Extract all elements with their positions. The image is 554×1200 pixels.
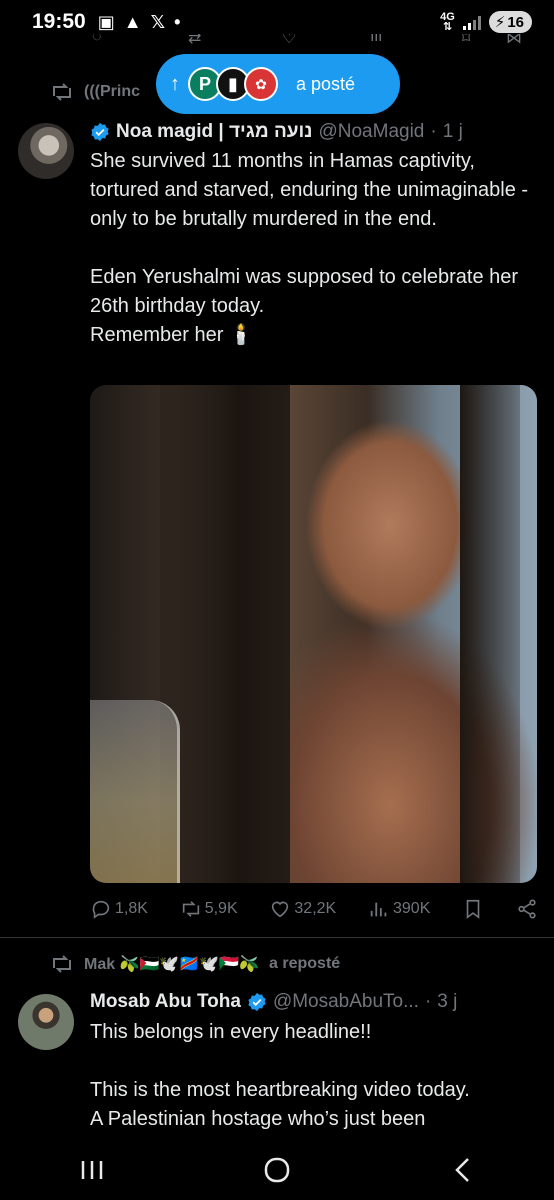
tweet-photo[interactable] bbox=[90, 385, 537, 883]
reposter-name[interactable]: Mak 🫒🇵🇸🕊️🇨🇩🕊️🇸🇩🫒 bbox=[84, 954, 259, 974]
back-icon bbox=[454, 1158, 469, 1182]
avatar[interactable] bbox=[18, 994, 74, 1050]
share-icon bbox=[518, 899, 536, 919]
screenshot-icon: ▣ bbox=[97, 11, 115, 32]
repost-indicator: Mak 🫒🇵🇸🕊️🇨🇩🕊️🇸🇩🫒 a reposté bbox=[50, 954, 340, 974]
views-count: 390K bbox=[393, 900, 431, 917]
share-icon[interactable]: ⋈ bbox=[506, 34, 522, 48]
new-posts-pill[interactable]: ↑ P ▮ ✿ a posté bbox=[156, 54, 400, 114]
reply-icon[interactable]: ◌ bbox=[92, 34, 102, 46]
avatar[interactable] bbox=[18, 123, 74, 179]
notification-icons: ▣ ▲ 𝕏 • bbox=[98, 12, 181, 33]
like-icon[interactable]: ♡ bbox=[282, 34, 296, 48]
author-name[interactable]: Noa magid | נועה מגיד bbox=[116, 121, 312, 143]
author-name[interactable]: Mosab Abu Toha bbox=[90, 991, 241, 1013]
tweet-age[interactable]: 3 j bbox=[437, 991, 457, 1013]
like-button[interactable]: 32,2K bbox=[269, 898, 336, 920]
repost-icon bbox=[182, 901, 199, 917]
repost-count: 5,9K bbox=[204, 900, 238, 917]
repost-indicator: (((Princ bbox=[50, 82, 140, 102]
tweet-actions: 1,8K 5,9K 32,2K 390K bbox=[90, 898, 538, 920]
recents-button[interactable] bbox=[62, 1150, 122, 1190]
x-app-icon: 𝕏 bbox=[150, 11, 166, 32]
battery-indicator: ⚡ 16 bbox=[488, 11, 532, 33]
pill-label: a posté bbox=[296, 73, 356, 94]
battery-saver-icon: ⚡ bbox=[494, 14, 506, 31]
author-handle[interactable]: @MosabAbuTo... bbox=[273, 991, 419, 1013]
back-button[interactable] bbox=[432, 1150, 492, 1190]
reply-icon bbox=[92, 900, 110, 919]
share-button[interactable] bbox=[516, 898, 538, 920]
repost-icon bbox=[53, 955, 71, 973]
repost-icon[interactable]: ⇄ bbox=[188, 34, 201, 48]
views-button[interactable]: 390K bbox=[368, 898, 430, 920]
home-icon bbox=[264, 1157, 290, 1183]
network-indicator: 4G ⇅ bbox=[440, 11, 455, 33]
signal-icon bbox=[462, 14, 481, 30]
reposter-name[interactable]: (((Princ bbox=[84, 83, 140, 101]
home-button[interactable] bbox=[247, 1150, 307, 1190]
repost-label: a reposté bbox=[269, 955, 341, 972]
reply-button[interactable]: 1,8K bbox=[90, 898, 148, 920]
reply-count: 1,8K bbox=[115, 900, 148, 917]
repost-icon bbox=[53, 83, 71, 101]
more-notifications-icon: • bbox=[174, 11, 181, 32]
like-icon bbox=[272, 901, 289, 918]
tweet-text[interactable]: She survived 11 months in Hamas captivit… bbox=[90, 147, 538, 350]
verified-icon bbox=[91, 122, 109, 142]
bookmark-icon bbox=[466, 899, 480, 919]
recents-icon bbox=[82, 1161, 103, 1179]
views-icon bbox=[370, 902, 387, 917]
tweet-age[interactable]: 1 j bbox=[443, 121, 463, 143]
system-navigation-bar bbox=[0, 1140, 554, 1200]
like-count: 32,2K bbox=[294, 900, 337, 917]
repost-button[interactable]: 5,9K bbox=[180, 898, 238, 920]
divider bbox=[0, 937, 554, 938]
bookmark-button[interactable] bbox=[462, 898, 484, 920]
tweet-header: Mosab Abu Toha @MosabAbuTo... · 3 j bbox=[90, 991, 458, 1013]
author-handle[interactable]: @NoaMagid bbox=[318, 121, 424, 143]
tweet-text[interactable]: This belongs in every headline!! This is… bbox=[90, 1018, 538, 1134]
avatar: ✿ bbox=[244, 67, 278, 101]
tweet-header: Noa magid | נועה מגיד @NoaMagid · 1 j bbox=[90, 121, 463, 143]
status-time: 19:50 bbox=[32, 10, 86, 33]
bookmark-icon[interactable]: ⌑ bbox=[462, 34, 470, 48]
previous-tweet-actions: ◌ ⇄ ♡ ılı ⌑ ⋈ bbox=[0, 34, 554, 48]
arrow-up-icon: ↑ bbox=[170, 72, 180, 95]
warning-icon: ▲ bbox=[123, 11, 142, 32]
verified-icon bbox=[248, 992, 266, 1012]
views-icon[interactable]: ılı bbox=[370, 34, 382, 46]
